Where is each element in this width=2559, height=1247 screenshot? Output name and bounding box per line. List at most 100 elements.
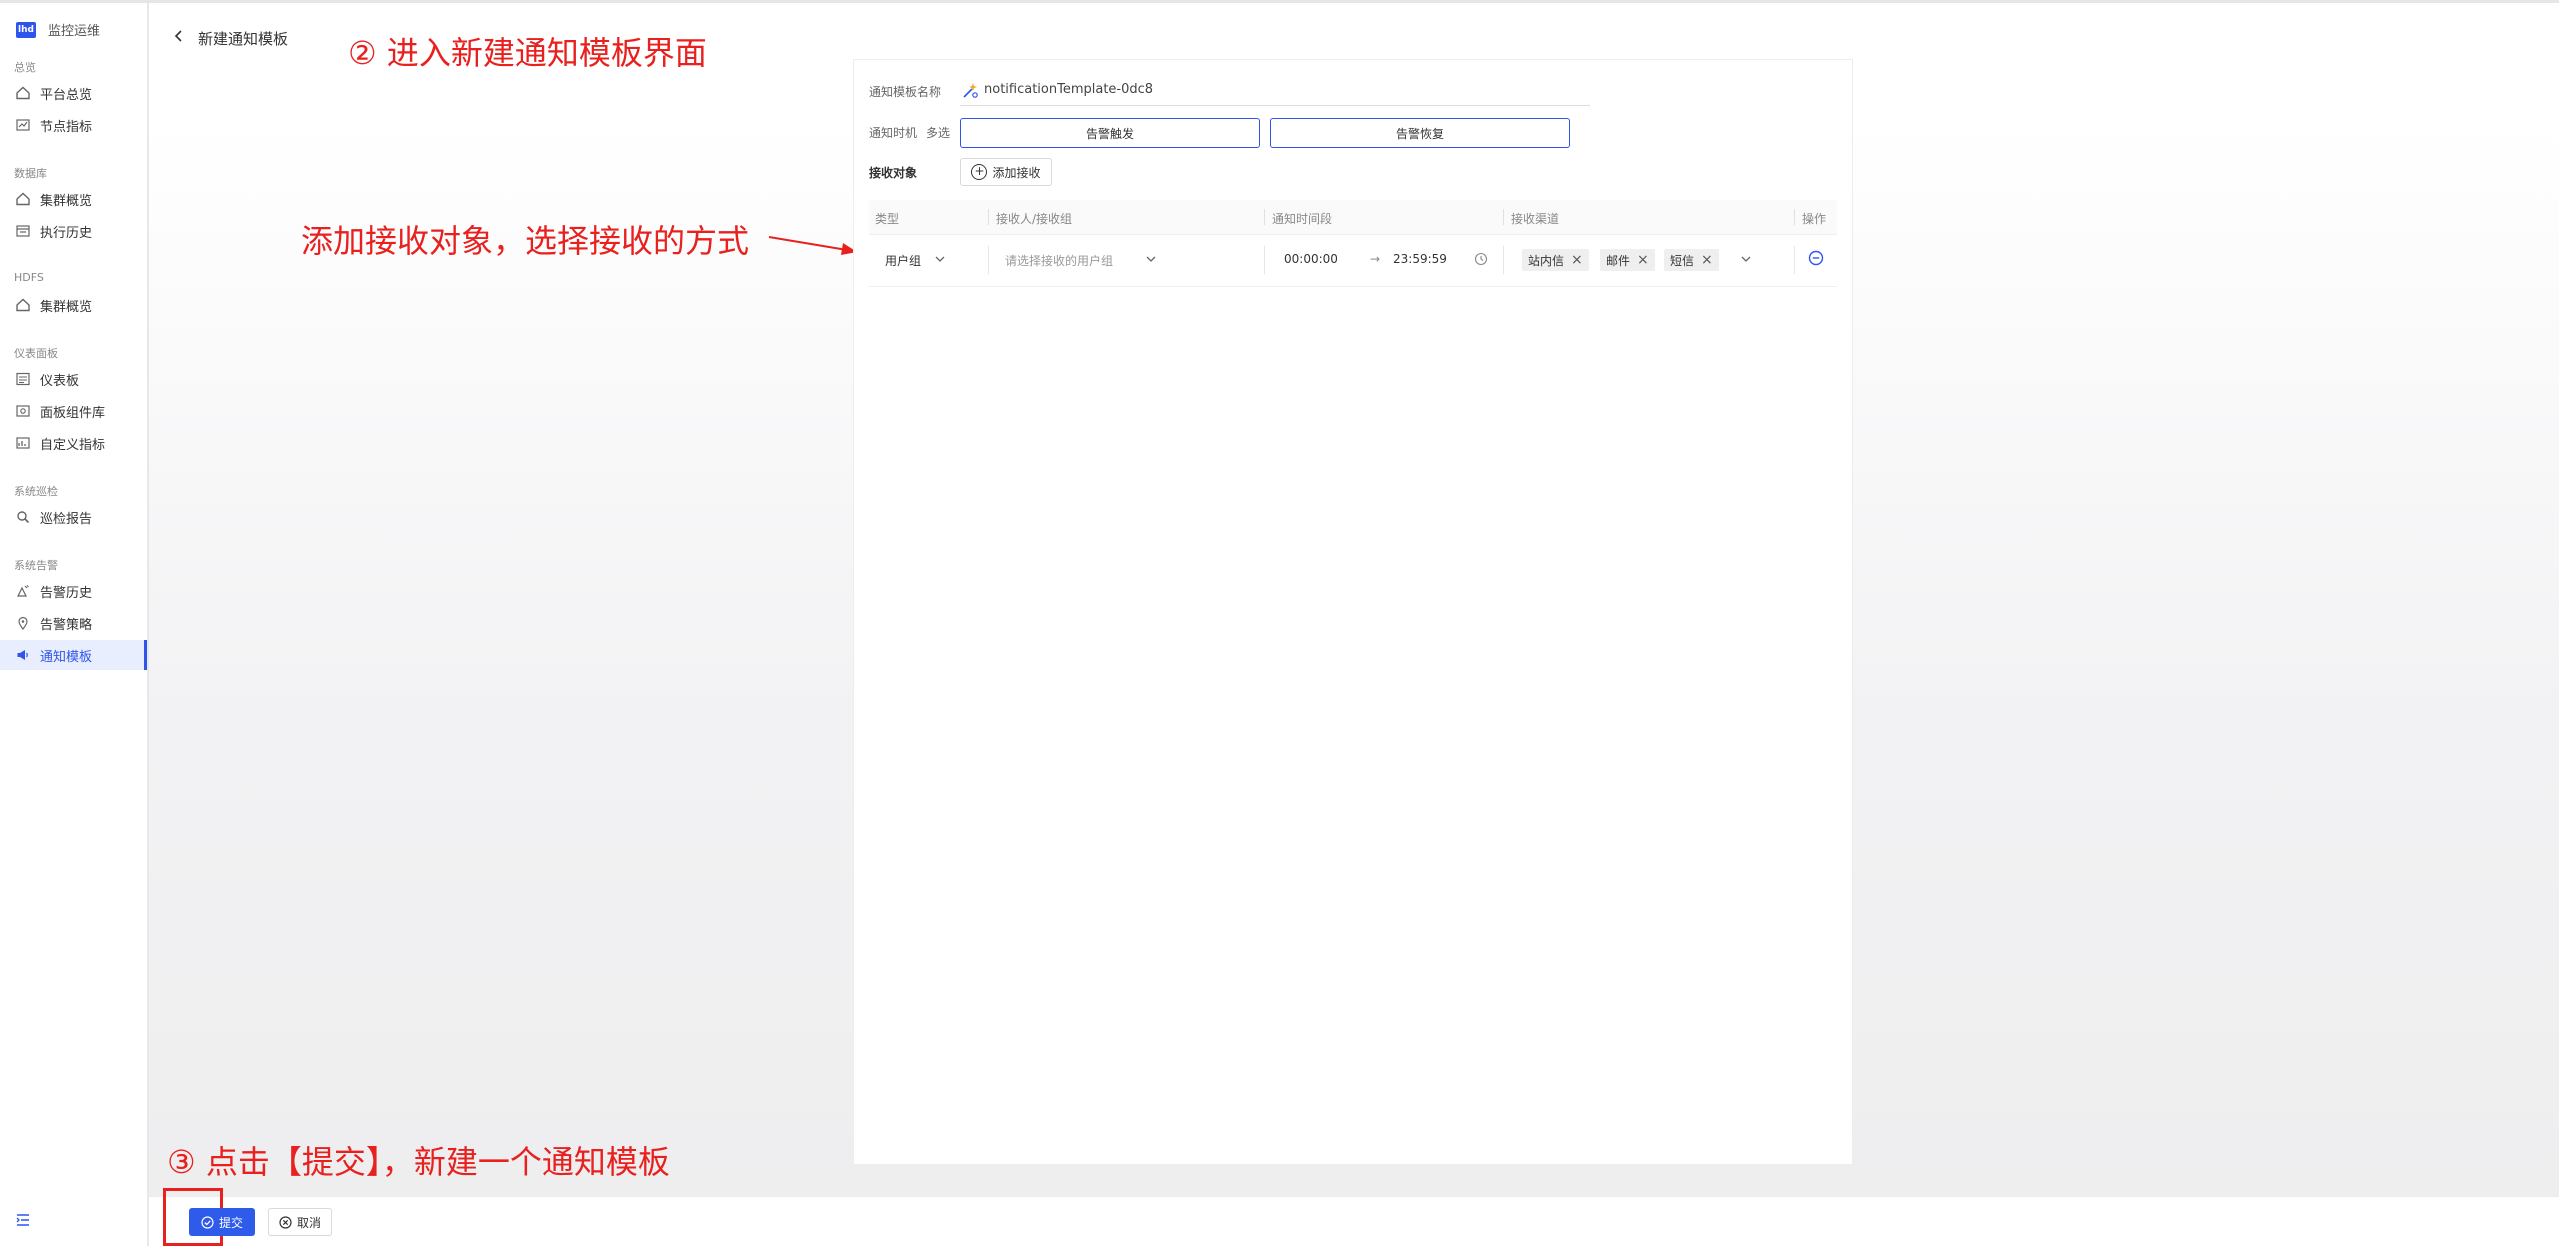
sidebar-group-database: 数据库 xyxy=(14,167,47,180)
time-start-input[interactable]: 00:00:00 xyxy=(1284,252,1338,266)
sidebar-item-node-metrics[interactable]: 节点指标 xyxy=(0,110,147,140)
notify-timing-label: 通知时机 xyxy=(869,126,918,140)
chevron-down-icon[interactable] xyxy=(935,254,945,264)
chevron-down-icon[interactable] xyxy=(1741,254,1751,264)
megaphone-icon xyxy=(15,647,31,663)
chevron-down-icon[interactable] xyxy=(1146,254,1156,264)
line-chart-icon xyxy=(15,117,31,133)
close-icon[interactable]: × xyxy=(1701,253,1713,267)
close-icon[interactable]: × xyxy=(1571,253,1583,267)
add-receiver-button[interactable]: + 添加接收 xyxy=(960,158,1052,186)
annotation-add-receiver: 添加接收对象，选择接收的方式 xyxy=(301,222,750,260)
template-name-label: 通知模板名称 xyxy=(869,85,942,99)
channel-tag-label: 邮件 xyxy=(1606,253,1631,268)
column-separator xyxy=(1794,209,1795,225)
home-icon xyxy=(15,297,31,313)
sidebar-item-label: 集群概览 xyxy=(40,193,93,209)
timing-option-alarm-recover[interactable]: 告警恢复 xyxy=(1270,118,1570,148)
search-report-icon xyxy=(15,509,31,525)
sidebar-item-label: 面板组件库 xyxy=(40,405,106,421)
sidebar-item-alarm-policy[interactable]: 告警策略 xyxy=(0,608,147,638)
receiver-label: 接收对象 xyxy=(869,166,918,180)
location-icon xyxy=(15,615,31,631)
time-end-input[interactable]: 23:59:59 xyxy=(1393,252,1447,266)
cancel-label: 取消 xyxy=(296,1215,321,1230)
sidebar-group-hdfs: HDFS xyxy=(14,271,44,284)
app-logo[interactable]: lhd 监控运维 xyxy=(16,20,100,39)
annotation-arrow xyxy=(768,236,857,255)
submit-label: 提交 xyxy=(218,1215,243,1230)
widget-icon xyxy=(15,403,31,419)
sidebar-item-alarm-history[interactable]: 告警历史 xyxy=(0,576,147,606)
add-receiver-label: 添加接收 xyxy=(992,165,1041,180)
column-header-type: 类型 xyxy=(875,212,900,226)
channel-tag-label: 站内信 xyxy=(1528,253,1565,268)
channel-tag-email: 邮件 × xyxy=(1600,249,1655,271)
column-separator xyxy=(1264,209,1265,225)
dashboard-icon xyxy=(15,371,31,387)
template-name-input[interactable]: notificationTemplate-0dc8 xyxy=(984,82,1153,97)
cell-separator xyxy=(1264,246,1265,274)
submit-button[interactable]: 提交 xyxy=(189,1208,255,1236)
clock-icon[interactable] xyxy=(1474,252,1488,266)
sidebar-item-hdfs-cluster-overview[interactable]: 集群概览 xyxy=(0,290,147,320)
sidebar-group-dashboard: 仪表面板 xyxy=(14,347,58,360)
annotation-step3: ③ 点击【提交】，新建一个通知模板 xyxy=(167,1143,670,1181)
page-title: 新建通知模板 xyxy=(198,30,289,48)
template-name-underline xyxy=(960,105,1590,106)
sidebar-item-label: 仪表板 xyxy=(40,373,80,389)
close-circle-icon xyxy=(279,1215,292,1229)
footer-bar xyxy=(149,1196,2559,1247)
sidebar-item-label: 平台总览 xyxy=(40,87,93,103)
sidebar-item-label: 执行历史 xyxy=(40,225,93,241)
sidebar-group-overview: 总览 xyxy=(14,61,36,74)
close-icon[interactable]: × xyxy=(1637,253,1649,267)
column-separator xyxy=(988,209,989,225)
back-arrow-icon[interactable] xyxy=(171,28,187,44)
column-separator xyxy=(1503,209,1504,225)
sidebar-item-notification-template[interactable]: 通知模板 xyxy=(0,640,147,670)
timing-option-alarm-trigger[interactable]: 告警触发 xyxy=(960,118,1260,148)
channel-tag-sms: 短信 × xyxy=(1664,249,1719,271)
app-logo-icon: lhd xyxy=(16,21,36,38)
magic-wand-icon[interactable] xyxy=(961,82,979,100)
column-header-time-range: 通知时间段 xyxy=(1272,212,1333,226)
sidebar-item-label: 通知模板 xyxy=(40,649,93,665)
sidebar-item-label: 告警历史 xyxy=(40,585,93,601)
cell-separator xyxy=(1503,246,1504,274)
custom-metric-icon xyxy=(15,435,31,451)
sidebar-item-label: 自定义指标 xyxy=(40,437,106,453)
remove-row-icon[interactable] xyxy=(1808,250,1824,266)
channel-tag-label: 短信 xyxy=(1670,253,1695,268)
alarm-history-icon xyxy=(15,583,31,599)
sidebar-item-execution-history[interactable]: 执行历史 xyxy=(0,216,147,246)
sidebar-item-label: 集群概览 xyxy=(40,299,93,315)
plus-circle-icon: + xyxy=(971,164,988,180)
column-header-channels: 接收渠道 xyxy=(1511,212,1560,226)
sidebar-item-db-cluster-overview[interactable]: 集群概览 xyxy=(0,184,147,214)
sidebar-item-dashboard[interactable]: 仪表板 xyxy=(0,364,147,394)
sidebar-item-custom-metrics[interactable]: 自定义指标 xyxy=(0,428,147,458)
channel-tag-in-app: 站内信 × xyxy=(1522,249,1589,271)
sidebar-item-widget-library[interactable]: 面板组件库 xyxy=(0,396,147,426)
sidebar-item-label: 巡检报告 xyxy=(40,511,93,527)
home-icon xyxy=(15,85,31,101)
collapse-menu-icon[interactable] xyxy=(14,1211,32,1229)
column-header-actions: 操作 xyxy=(1802,212,1827,226)
sidebar: lhd 监控运维 总览 平台总览 节点指标 数据库 集群概览 执行历史 HDFS… xyxy=(0,3,149,1246)
sidebar-item-inspection-report[interactable]: 巡检报告 xyxy=(0,502,147,532)
calendar-icon xyxy=(15,223,31,239)
home-icon xyxy=(15,191,31,207)
cell-separator xyxy=(1794,246,1795,274)
cell-separator xyxy=(988,246,989,274)
type-select[interactable]: 用户组 xyxy=(885,252,921,269)
check-circle-icon xyxy=(201,1215,214,1229)
sidebar-group-alarm: 系统告警 xyxy=(14,559,58,572)
receiver-table-header: 类型 接收人/接收组 通知时间段 接收渠道 操作 xyxy=(869,200,1837,235)
app-name: 监控运维 xyxy=(48,24,101,39)
cancel-button[interactable]: 取消 xyxy=(268,1208,332,1236)
annotation-step2: ② 进入新建通知模板界面 xyxy=(348,34,707,72)
sidebar-item-platform-overview[interactable]: 平台总览 xyxy=(0,78,147,108)
time-range-arrow: → xyxy=(1370,252,1381,266)
receiver-group-select[interactable]: 请选择接收的用户组 xyxy=(1005,252,1113,269)
